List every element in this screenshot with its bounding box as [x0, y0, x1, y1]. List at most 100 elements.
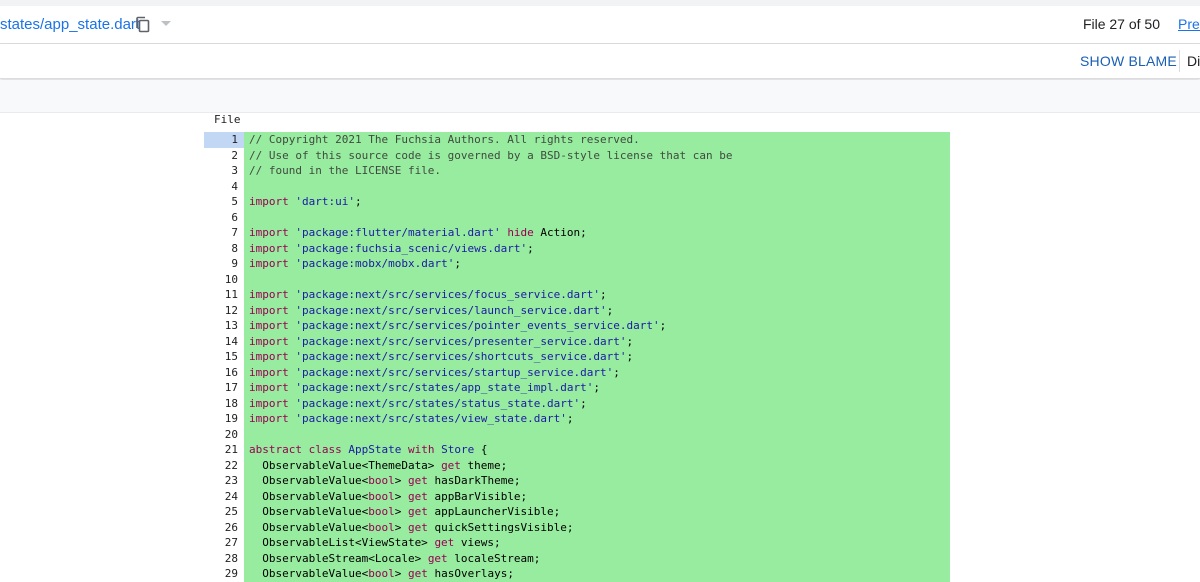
code-token: 'package:next/src/services/shortcuts_ser… [295, 350, 627, 363]
code-token: 'package:next/src/services/focus_service… [295, 288, 601, 301]
line-number[interactable]: 21 [204, 442, 244, 458]
code-token: 'package:next/src/services/launch_servic… [295, 303, 607, 317]
code-token: 'package:fuchsia_scenic/views.dart' [295, 241, 528, 255]
line-number[interactable]: 28 [204, 550, 244, 566]
line-number[interactable]: 11 [204, 287, 244, 303]
code-line-content: import 'dart:ui'; [244, 194, 950, 210]
code-token: localeStream; [447, 551, 541, 565]
line-number[interactable]: 14 [204, 333, 244, 349]
line-number[interactable]: 7 [204, 225, 244, 241]
line-number[interactable]: 27 [204, 535, 244, 551]
diff-button[interactable]: Di [1187, 53, 1200, 69]
code-token: theme; [460, 458, 508, 472]
line-number[interactable]: 4 [204, 178, 244, 194]
line-number[interactable]: 22 [204, 457, 244, 473]
line-number[interactable]: 19 [204, 411, 244, 427]
code-token: ; [659, 319, 667, 332]
code-token: import [249, 412, 289, 425]
code-line-content: ObservableValue<ThemeData> get theme; [244, 457, 950, 473]
code-line-content: ObservableValue<bool> get appLauncherVis… [244, 504, 950, 520]
code-line: 2 // Use of this source code is governed … [204, 147, 950, 163]
code-line-content: import 'package:next/src/states/view_sta… [244, 411, 950, 427]
code-line-content: import 'package:next/src/services/presen… [244, 333, 950, 349]
line-number[interactable]: 13 [204, 318, 244, 334]
line-number[interactable]: 18 [204, 395, 244, 411]
sub-toolbar [0, 80, 1200, 113]
code-token: bool [368, 474, 395, 487]
code-line: 8 import 'package:fuchsia_scenic/views.da… [204, 240, 950, 256]
line-number[interactable]: 16 [204, 364, 244, 380]
code-token: get [441, 458, 461, 472]
prev-file-link[interactable]: Prev [1178, 16, 1200, 32]
file-header: states/app_state.dart File 27 of 50 Prev [0, 6, 1200, 44]
code-token: import [249, 350, 289, 363]
code-line-content [244, 209, 950, 225]
code-line: 14 import 'package:next/src/services/pres… [204, 333, 950, 349]
code-token: with [407, 443, 435, 456]
code-token: quickSettingsVisible; [427, 520, 574, 534]
line-number[interactable]: 6 [204, 209, 244, 225]
line-number[interactable]: 5 [204, 194, 244, 210]
line-number[interactable]: 25 [204, 504, 244, 520]
line-number[interactable]: 9 [204, 256, 244, 272]
line-number[interactable]: 15 [204, 349, 244, 365]
code-lines: 1 // Copyright 2021 The Fuchsia Authors. … [204, 132, 950, 582]
toolbar-divider [1179, 50, 1180, 72]
code-token: ; [626, 350, 634, 363]
code-token: ObservableList<ViewState> [249, 536, 435, 549]
code-token: { [474, 443, 488, 456]
code-token: Store [441, 443, 475, 456]
code-token: import [249, 381, 289, 394]
code-token: AppState [348, 443, 402, 456]
code-token: appBarVisible; [427, 489, 528, 503]
code-token: ObservableValue< [249, 474, 369, 487]
code-line: 12 import 'package:next/src/services/laun… [204, 302, 950, 318]
code-token: 'package:next/src/states/status_state.da… [295, 396, 581, 410]
code-line: 13 import 'package:next/src/services/poin… [204, 318, 950, 334]
file-count: File 27 of 50 [1082, 16, 1160, 32]
code-token: import [249, 257, 289, 270]
line-number[interactable]: 3 [204, 163, 244, 179]
line-number[interactable]: 23 [204, 473, 244, 489]
code-token: get [407, 505, 428, 518]
code-token: class [308, 443, 342, 456]
code-line: 16 import 'package:next/src/services/star… [204, 364, 950, 380]
line-number[interactable]: 1 [204, 132, 244, 148]
code-token: ; [527, 241, 534, 255]
line-number[interactable]: 2 [204, 147, 244, 163]
code-line: 5 import 'dart:ui'; [204, 194, 950, 210]
copy-icon[interactable] [135, 16, 151, 34]
line-number[interactable]: 12 [204, 302, 244, 318]
code-line-content: abstract class AppState with Store { [244, 442, 950, 458]
code-token: get [407, 520, 428, 534]
code-token: import [249, 396, 289, 410]
code-line-content: ObservableValue<bool> get hasDarkTheme; [244, 473, 950, 489]
code-line-content [244, 426, 950, 442]
code-token: ; [354, 195, 362, 208]
code-token: import [249, 319, 289, 332]
code-token: Action; [533, 226, 587, 239]
code-token: abstract [249, 443, 302, 456]
code-line-content: import 'package:next/src/services/launch… [244, 302, 950, 318]
code-line-content: import 'package:flutter/material.dart' h… [244, 225, 950, 241]
code-token: bool [368, 520, 395, 534]
code-line-content: ObservableValue<bool> get appBarVisible; [244, 488, 950, 504]
code-token: > [394, 505, 408, 518]
code-token: views; [454, 536, 501, 549]
code-line: 3 // found in the LICENSE file. [204, 163, 950, 179]
line-number[interactable]: 24 [204, 488, 244, 504]
code-line: 9 import 'package:mobx/mobx.dart'; [204, 256, 950, 272]
code-line-content: import 'package:fuchsia_scenic/views.dar… [244, 240, 950, 256]
line-number[interactable]: 8 [204, 240, 244, 256]
show-blame-button[interactable]: SHOW BLAME [1080, 53, 1177, 69]
code-line: 17 import 'package:next/src/states/app_st… [204, 380, 950, 396]
line-number[interactable]: 10 [204, 271, 244, 287]
code-token: ; [454, 257, 461, 270]
line-number[interactable]: 17 [204, 380, 244, 396]
line-number[interactable]: 26 [204, 519, 244, 535]
code-token: ObservableStream<Locale> [249, 551, 428, 565]
chevron-down-icon[interactable] [159, 16, 173, 30]
code-line-content: ObservableStream<Locale> get localeStrea… [244, 550, 950, 566]
file-path-link[interactable]: states/app_state.dart [0, 16, 140, 33]
line-number[interactable]: 20 [204, 426, 244, 442]
